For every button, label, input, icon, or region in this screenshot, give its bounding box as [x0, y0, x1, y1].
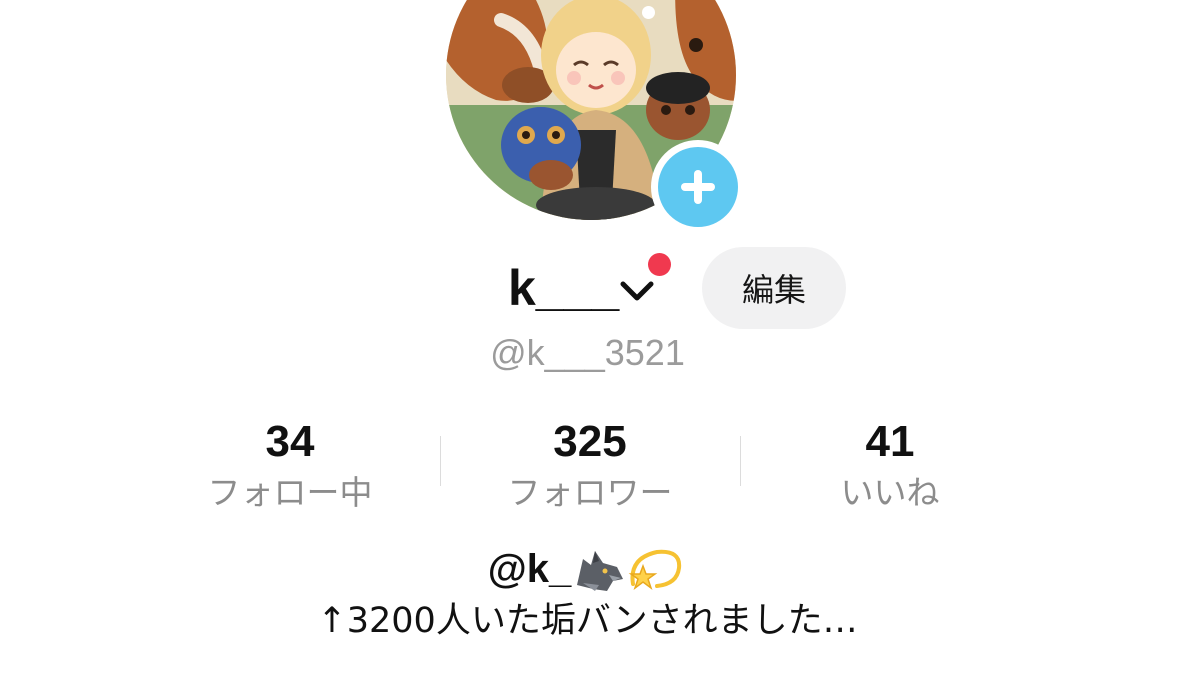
chevron-down-icon [620, 281, 654, 301]
stat-following[interactable]: 34 フォロー中 [140, 413, 440, 515]
following-count: 34 [265, 417, 315, 466]
add-avatar-button[interactable] [651, 140, 745, 234]
followers-label: フォロワー [507, 473, 673, 512]
avatar-status-dot [642, 6, 655, 19]
stat-followers[interactable]: 325 フォロワー [440, 413, 740, 515]
switch-account-button[interactable] [615, 268, 659, 312]
bio-text: ↑3200人いた垢バンされました… [0, 596, 1179, 646]
username-text: @k___3521 [490, 332, 685, 373]
likes-label: いいね [840, 473, 940, 512]
followers-count: 325 [553, 417, 627, 466]
notification-dot [648, 253, 671, 276]
bio-text-content: ↑3200人いた垢バンされました… [317, 601, 858, 641]
bio-handle: @k_ [487, 547, 572, 591]
bio-handle-line: @k_ [0, 541, 1179, 597]
username: @k___3521 [0, 330, 1179, 376]
profile-screen: k___ 編集 @k___3521 34 フォロー中 325 フォロワー 41 … [0, 0, 1179, 682]
wolf-emoji-icon [577, 551, 624, 591]
display-name: k___ [508, 260, 620, 316]
likes-count: 41 [865, 417, 915, 466]
edit-profile-button[interactable]: 編集 [702, 247, 846, 329]
dizzy-star-emoji-icon [628, 549, 682, 591]
stat-likes[interactable]: 41 いいね [740, 413, 1040, 515]
following-label: フォロー中 [207, 473, 373, 512]
plus-icon [658, 147, 738, 227]
